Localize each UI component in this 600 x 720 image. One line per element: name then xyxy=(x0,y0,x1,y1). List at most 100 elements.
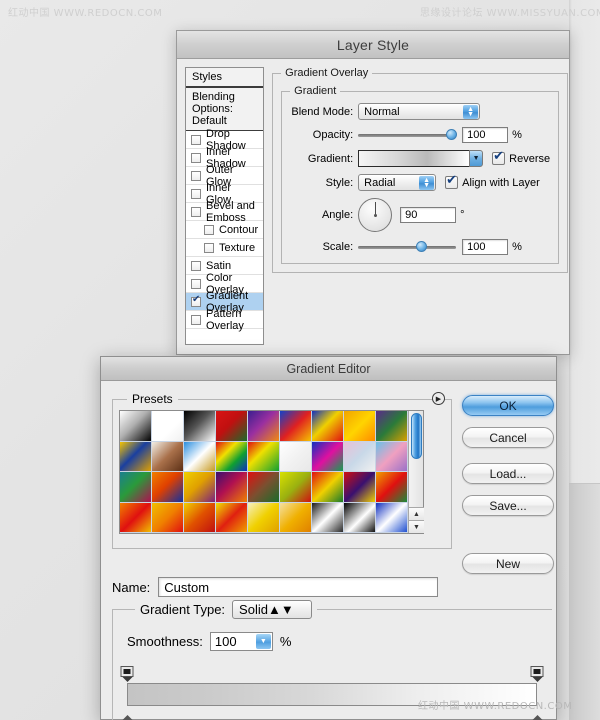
presets-swatch-box[interactable]: ▲ ▼ xyxy=(119,410,424,534)
blend-mode-select[interactable]: Normal ▲ ▼ xyxy=(358,103,481,120)
preset-swatch[interactable] xyxy=(216,472,248,503)
updown-arrows-icon[interactable]: ▲▼ xyxy=(419,176,435,190)
smoothness-input[interactable]: 100 ▼ xyxy=(209,632,273,651)
scale-input[interactable]: 100 xyxy=(462,239,509,255)
style-enable-checkbox[interactable] xyxy=(191,206,201,217)
style-enable-checkbox[interactable] xyxy=(191,134,201,145)
preset-swatch[interactable] xyxy=(184,411,216,442)
gradient-editor-titlebar[interactable]: Gradient Editor xyxy=(101,357,556,381)
presets-grid[interactable] xyxy=(120,411,408,533)
triangle-right-icon[interactable]: ▶ xyxy=(432,392,445,405)
preset-swatch[interactable] xyxy=(152,411,184,442)
updown-arrows-icon[interactable]: ▲▼ xyxy=(463,105,479,119)
style-enable-checkbox[interactable] xyxy=(204,224,214,235)
preset-swatch[interactable] xyxy=(280,411,312,442)
name-input[interactable]: Custom xyxy=(158,577,439,597)
align-with-layer-checkbox[interactable] xyxy=(445,173,459,189)
sidebar-item-pattern-overlay[interactable]: Pattern Overlay xyxy=(186,308,264,332)
sidebar-item-texture[interactable]: Texture xyxy=(186,239,264,257)
preset-swatch[interactable] xyxy=(280,472,312,503)
ok-button[interactable]: OK xyxy=(462,395,554,416)
style-select[interactable]: Radial ▲ ▼ xyxy=(358,174,437,191)
opacity-slider[interactable] xyxy=(358,128,458,142)
preset-swatch[interactable] xyxy=(248,441,280,472)
reverse-checkbox[interactable] xyxy=(492,149,506,165)
align-with-layer-row[interactable]: Align with Layer xyxy=(445,173,540,189)
style-enable-checkbox[interactable] xyxy=(191,170,201,181)
presets-scrollbar-thumb[interactable] xyxy=(411,413,422,459)
opacity-stop-handle[interactable] xyxy=(120,666,134,682)
chevron-down-icon[interactable]: ▼ xyxy=(255,634,271,649)
angle-unit: ° xyxy=(460,209,465,221)
cancel-button[interactable]: Cancel xyxy=(462,427,554,448)
preset-swatch[interactable] xyxy=(120,441,152,472)
load-button[interactable]: Load... xyxy=(462,463,554,484)
gradient-picker-dropdown[interactable]: ▼ xyxy=(469,150,484,167)
gradient-type-label: Gradient Type: xyxy=(140,602,226,617)
sidebar-item-blending-options[interactable]: Blending Options: Default xyxy=(186,88,264,131)
color-stop-handle[interactable] xyxy=(531,715,544,720)
opacity-slider-knob[interactable] xyxy=(446,129,458,140)
opacity-stop-handle[interactable] xyxy=(530,666,544,682)
preset-swatch[interactable] xyxy=(216,441,248,472)
preset-swatch[interactable] xyxy=(312,441,344,472)
style-enable-checkbox[interactable] xyxy=(191,295,201,307)
gradient-type-select[interactable]: Solid ▲▼ xyxy=(232,600,313,619)
preset-swatch[interactable] xyxy=(280,502,312,533)
updown-arrows-icon[interactable]: ▲▼ xyxy=(268,602,294,617)
layer-style-title: Layer Style xyxy=(336,36,410,53)
save-button[interactable]: Save... xyxy=(462,495,554,516)
preset-swatch[interactable] xyxy=(312,411,344,442)
preset-swatch[interactable] xyxy=(184,472,216,503)
preset-swatch[interactable] xyxy=(376,411,408,442)
angle-dial[interactable] xyxy=(358,198,393,232)
new-button[interactable]: New xyxy=(462,553,554,574)
angle-input[interactable]: 90 xyxy=(400,207,457,223)
preset-swatch[interactable] xyxy=(312,502,344,533)
preset-swatch[interactable] xyxy=(216,411,248,442)
style-enable-checkbox[interactable] xyxy=(191,188,201,199)
preset-swatch[interactable] xyxy=(280,441,312,472)
style-enable-checkbox[interactable] xyxy=(191,278,201,289)
preset-swatch[interactable] xyxy=(152,441,184,472)
preset-swatch[interactable] xyxy=(152,502,184,533)
preset-swatch[interactable] xyxy=(120,472,152,503)
preset-swatch[interactable] xyxy=(120,502,152,533)
scroll-down-arrow-icon[interactable]: ▼ xyxy=(409,520,424,533)
preset-swatch[interactable] xyxy=(216,502,248,533)
opacity-stop-tip xyxy=(122,677,132,682)
preset-swatch[interactable] xyxy=(152,472,184,503)
gradient-overlay-group-title: Gradient Overlay xyxy=(285,67,369,79)
layer-style-titlebar[interactable]: Layer Style xyxy=(177,31,569,59)
preset-swatch[interactable] xyxy=(376,502,408,533)
scale-slider[interactable] xyxy=(358,240,457,254)
style-enable-checkbox[interactable] xyxy=(191,314,201,325)
sidebar-item-contour[interactable]: Contour xyxy=(186,221,264,239)
styles-list-header[interactable]: Styles xyxy=(186,68,264,88)
preset-swatch[interactable] xyxy=(344,441,376,472)
style-enable-checkbox[interactable] xyxy=(191,260,201,271)
preset-swatch[interactable] xyxy=(184,441,216,472)
preset-swatch[interactable] xyxy=(184,502,216,533)
gradient-preview-swatch[interactable] xyxy=(358,150,471,167)
preset-swatch[interactable] xyxy=(248,411,280,442)
scale-slider-knob[interactable] xyxy=(416,241,428,252)
preset-swatch[interactable] xyxy=(344,411,376,442)
preset-swatch[interactable] xyxy=(376,441,408,472)
preset-swatch[interactable] xyxy=(248,502,280,533)
opacity-input[interactable]: 100 xyxy=(462,127,509,143)
sidebar-item-bevel-and-emboss[interactable]: Bevel and Emboss xyxy=(186,200,264,224)
scroll-up-arrow-icon[interactable]: ▲ xyxy=(409,507,424,520)
reverse-checkbox-row[interactable]: Reverse xyxy=(492,149,550,165)
preset-swatch[interactable] xyxy=(376,472,408,503)
preset-swatch[interactable] xyxy=(248,472,280,503)
style-enable-checkbox[interactable] xyxy=(204,242,214,253)
preset-swatch[interactable] xyxy=(120,411,152,442)
style-enable-checkbox[interactable] xyxy=(191,152,201,163)
presets-scrollbar[interactable]: ▲ ▼ xyxy=(408,411,424,533)
preset-swatch[interactable] xyxy=(344,502,376,533)
preset-swatch[interactable] xyxy=(312,472,344,503)
preset-swatch[interactable] xyxy=(344,472,376,503)
color-stop-handle[interactable] xyxy=(121,715,134,720)
styles-list[interactable]: Styles Blending Options: Default Drop Sh… xyxy=(185,67,265,345)
